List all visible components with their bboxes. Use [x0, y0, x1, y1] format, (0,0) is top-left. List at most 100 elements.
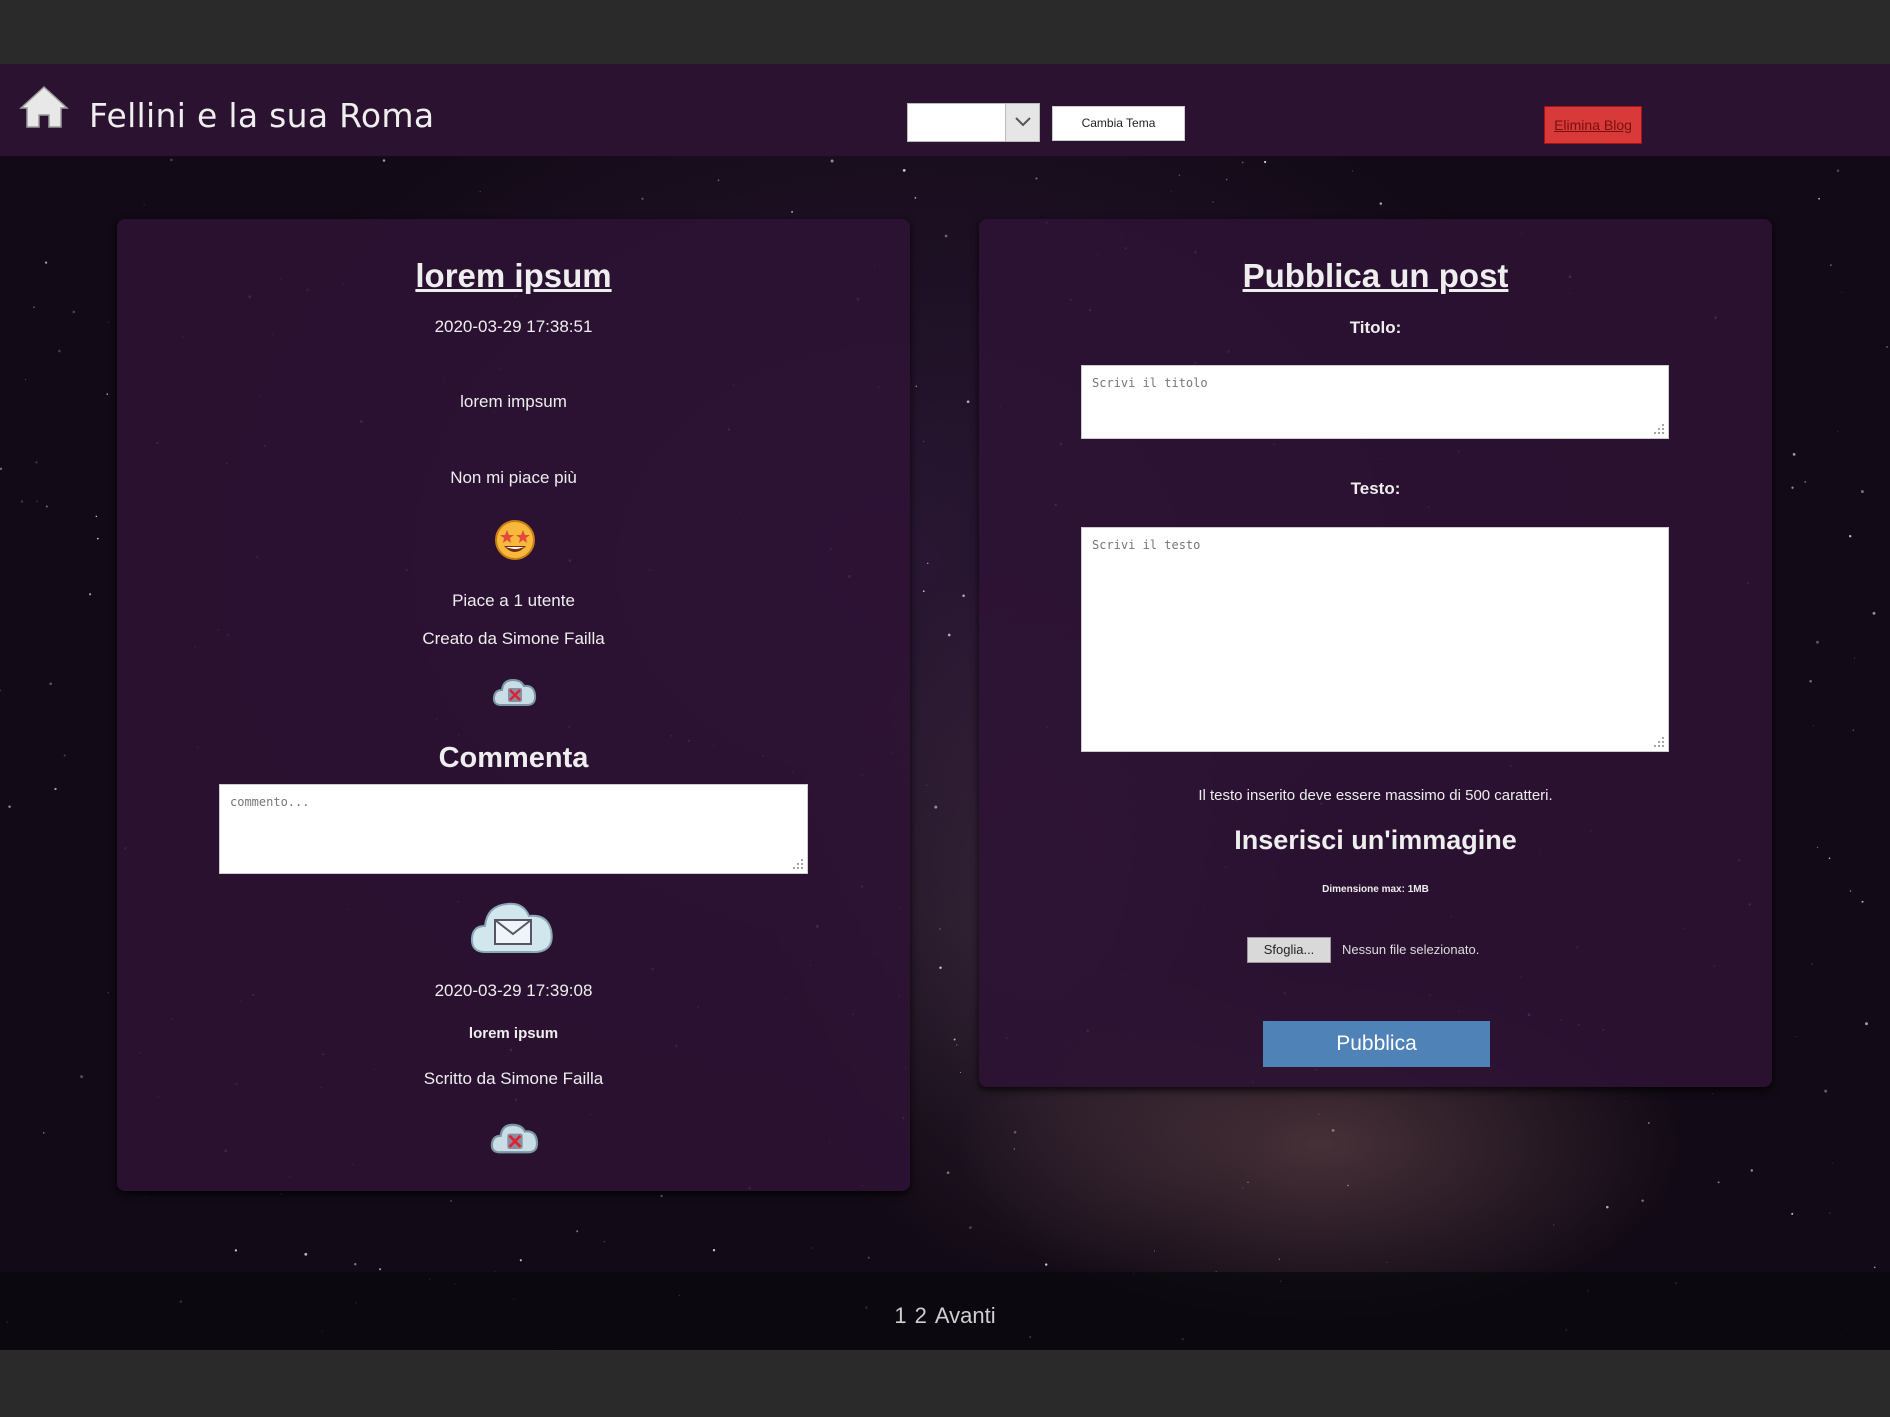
- star: [1813, 725, 1814, 726]
- comment-placeholder: commento...: [230, 795, 310, 809]
- star: [107, 992, 109, 994]
- theme-select[interactable]: [907, 103, 1040, 142]
- post-body: lorem impsum: [460, 392, 567, 411]
- post-date: 2020-03-29 17:38:51: [434, 317, 593, 336]
- star: [1648, 1122, 1650, 1124]
- text-label: Testo:: [1350, 479, 1401, 498]
- star: [1849, 890, 1852, 892]
- star: [946, 1171, 950, 1175]
- unlike-link[interactable]: Non mi piace più: [117, 468, 910, 488]
- star: [968, 1226, 972, 1230]
- star: [80, 1075, 84, 1079]
- star: [63, 754, 66, 757]
- star: [867, 1256, 870, 1259]
- star: [939, 928, 941, 930]
- theme-select-arrow[interactable]: [1005, 104, 1039, 141]
- star: [1641, 1199, 1644, 1202]
- star: [1873, 1266, 1876, 1269]
- star: [8, 805, 11, 808]
- page-link-2[interactable]: 2: [915, 1303, 927, 1328]
- star: [1212, 201, 1214, 203]
- star: [479, 191, 481, 192]
- image-heading: Inserisci un'immagine: [1234, 825, 1517, 855]
- star: [1347, 1184, 1349, 1187]
- star: [1331, 1128, 1335, 1132]
- star: [1153, 1250, 1156, 1252]
- star: [1829, 264, 1832, 267]
- star: [1837, 486, 1838, 488]
- star: [33, 306, 35, 309]
- browse-button[interactable]: Sfoglia...: [1247, 937, 1331, 963]
- star: [1852, 729, 1855, 731]
- star: [72, 310, 76, 314]
- post-author: Creato da Simone Failla: [422, 629, 605, 648]
- cloud-delete-icon[interactable]: [491, 671, 539, 713]
- delete-blog-button[interactable]: Elimina Blog: [1544, 106, 1642, 144]
- publish-button[interactable]: Pubblica: [1263, 1021, 1490, 1067]
- star-struck-emoji-icon[interactable]: [493, 518, 537, 562]
- star: [107, 321, 109, 323]
- star: [1035, 177, 1038, 180]
- star: [280, 1193, 282, 1195]
- star: [379, 1268, 382, 1271]
- star: [1386, 1261, 1388, 1263]
- star: [1860, 490, 1864, 494]
- star: [145, 1196, 147, 1198]
- star: [1818, 197, 1820, 200]
- resize-grip-icon[interactable]: [792, 858, 804, 870]
- text-input[interactable]: Scrivi il testo: [1081, 527, 1669, 752]
- star: [1831, 1162, 1833, 1164]
- star: [96, 537, 99, 540]
- resize-grip-icon[interactable]: [1653, 736, 1665, 748]
- star: [1318, 1113, 1320, 1115]
- resize-grip-icon[interactable]: [1653, 423, 1665, 435]
- comment-input[interactable]: commento...: [219, 784, 808, 874]
- star: [0, 467, 3, 470]
- next-page-link[interactable]: Avanti: [935, 1303, 996, 1328]
- star: [960, 1072, 961, 1074]
- no-file-label: Nessun file selezionato.: [1342, 942, 1480, 957]
- change-theme-button[interactable]: Cambia Tema: [1052, 106, 1185, 141]
- star: [939, 966, 942, 970]
- star: [1816, 640, 1819, 644]
- star: [966, 400, 970, 404]
- title-label: Titolo:: [1349, 318, 1402, 337]
- star: [1837, 430, 1839, 432]
- star: [49, 682, 52, 686]
- star: [1717, 1181, 1720, 1184]
- star: [1849, 535, 1852, 538]
- star: [1263, 160, 1267, 164]
- new-post-heading: Pubblica un post: [1242, 257, 1509, 294]
- cloud-envelope-send-icon[interactable]: [467, 888, 559, 962]
- chevron-down-icon: [1015, 117, 1031, 127]
- star: [1828, 857, 1831, 860]
- star: [956, 1044, 958, 1046]
- star: [1872, 611, 1876, 615]
- cloud-delete-icon[interactable]: [488, 1115, 542, 1161]
- star: [1829, 1212, 1831, 1214]
- star: [450, 1200, 452, 1202]
- page-link-1[interactable]: 1: [894, 1303, 906, 1328]
- star: [36, 500, 38, 502]
- likes-count: Piace a 1 utente: [452, 591, 575, 610]
- star: [717, 179, 720, 182]
- home-icon[interactable]: [18, 84, 70, 130]
- post-title[interactable]: lorem ipsum: [117, 257, 910, 295]
- star: [1351, 170, 1353, 172]
- title-input[interactable]: Scrivi il titolo: [1081, 365, 1669, 439]
- star: [106, 393, 109, 396]
- star: [1792, 453, 1796, 456]
- star: [915, 385, 918, 388]
- star: [1809, 680, 1812, 683]
- star: [947, 633, 951, 637]
- star: [1624, 1100, 1626, 1102]
- star: [926, 562, 929, 565]
- text-placeholder: Scrivi il testo: [1092, 538, 1201, 552]
- star: [1791, 486, 1794, 489]
- text-limit-note: Il testo inserito deve essere massimo di…: [1198, 787, 1553, 804]
- star: [712, 1249, 716, 1252]
- star: [1791, 1212, 1794, 1215]
- star: [1278, 1258, 1280, 1260]
- site-title[interactable]: Fellini e la sua Roma: [89, 96, 434, 135]
- star: [1379, 202, 1383, 205]
